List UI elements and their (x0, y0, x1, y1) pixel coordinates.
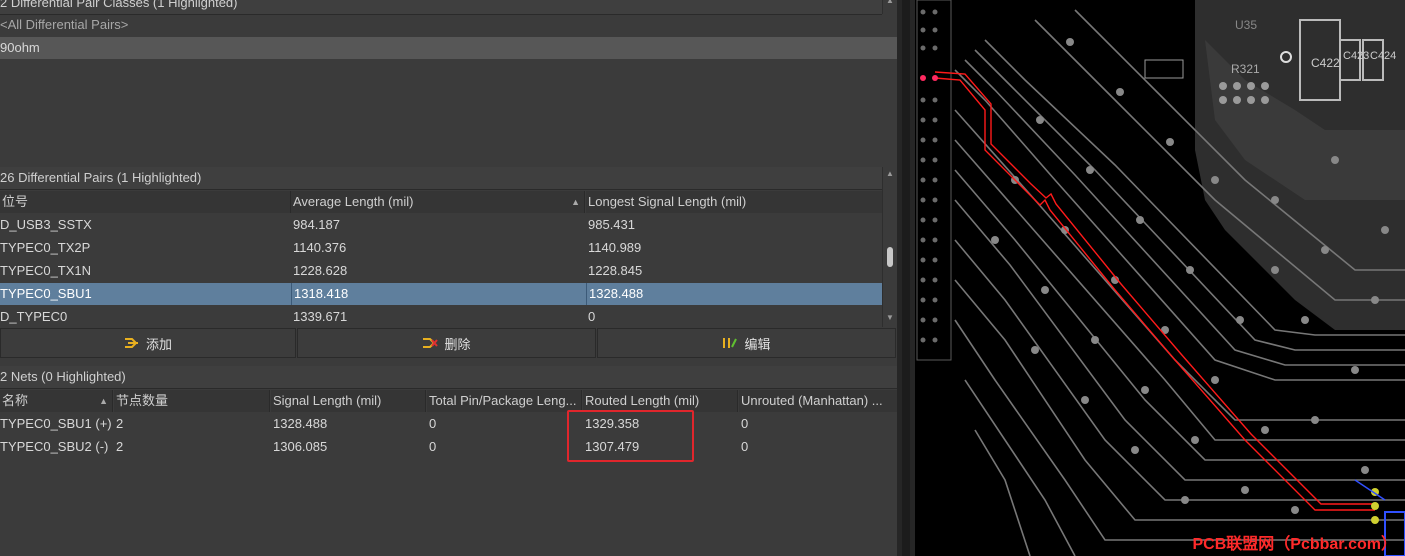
average-length: 1228.628 (293, 263, 348, 278)
nets-col-routed-length[interactable]: Routed Length (mil) (583, 390, 738, 412)
routed-length-annotation-box (567, 410, 694, 462)
delete-button[interactable]: 删除 (297, 328, 596, 358)
label-c423: C423 (1343, 50, 1370, 62)
table-row[interactable]: TYPEC0_TX1N 1228.628 1228.845 (0, 260, 882, 282)
delete-pair-icon (422, 337, 439, 349)
pairs-section-title: 26 Differential Pairs (1 Highlighted) (0, 170, 202, 185)
col-label: 名称 (2, 393, 29, 408)
table-row[interactable]: TYPEC0_TX2P 1140.376 1140.989 (0, 237, 882, 259)
sort-ascending-icon: ▲ (571, 197, 580, 207)
pin-package-length: 0 (429, 416, 437, 431)
signal-length: 1328.488 (273, 416, 328, 431)
average-length: 1318.418 (291, 283, 584, 305)
add-button[interactable]: 添加 (0, 328, 296, 358)
col-label: Total Pin/Package Leng... (429, 393, 577, 408)
nets-section-title: 2 Nets (0 Highlighted) (0, 369, 126, 384)
pcb-canvas[interactable] (915, 0, 1405, 556)
average-length: 984.187 (293, 217, 340, 232)
longest-length: 1328.488 (586, 283, 879, 305)
add-button-label: 添加 (145, 336, 172, 352)
table-row[interactable]: D_USB3_SSTX 984.187 985.431 (0, 214, 882, 236)
class-item-label: <All Differential Pairs> (0, 17, 129, 32)
edit-button-label: 编辑 (744, 336, 771, 352)
pair-name: D_USB3_SSTX (0, 217, 92, 232)
pairs-section-header: 26 Differential Pairs (1 Highlighted) (0, 167, 882, 190)
pairs-col-designator[interactable]: 位号 (0, 191, 291, 213)
nets-col-name[interactable]: 名称 ▲ (0, 390, 113, 412)
classes-scrollbar[interactable]: ▲ (882, 0, 897, 14)
pair-name: TYPEC0_TX2P (0, 240, 91, 255)
node-count: 2 (116, 439, 124, 454)
watermark: PCB联盟网（Pcbbar.com） (1192, 536, 1398, 553)
unrouted-length: 0 (741, 439, 749, 454)
net-name: TYPEC0_SBU2 (-) (0, 439, 109, 454)
scroll-up-arrow-icon[interactable]: ▲ (886, 0, 894, 5)
col-label: Unrouted (Manhattan) ... (741, 393, 883, 408)
label-u35: U35 (1235, 18, 1258, 32)
class-item-label: 90ohm (0, 40, 40, 55)
pin-package-length: 0 (429, 439, 437, 454)
unrouted-length: 0 (741, 416, 749, 431)
table-row[interactable]: TYPEC0_SBU2 (-) 2 1306.085 0 1307.479 0 (0, 436, 897, 458)
pcb-layout-view[interactable]: U35 R321 C422 C423 C424 PCB联盟网（Pcbbar.co… (915, 0, 1405, 556)
edit-pair-icon (722, 337, 738, 349)
col-label: 位号 (2, 194, 29, 209)
col-label: 节点数量 (116, 393, 169, 408)
col-label: Longest Signal Length (mil) (588, 194, 747, 209)
longest-length: 0 (588, 309, 596, 324)
add-pair-icon (124, 337, 140, 349)
classes-section-header: 2 Differential Pair Classes (1 Highlight… (0, 0, 882, 15)
table-row[interactable]: TYPEC0_SBU1 (+) 2 1328.488 0 1329.358 0 (0, 413, 897, 435)
pairs-col-average-length[interactable]: Average Length (mil) ▲ (291, 191, 585, 213)
pair-name: TYPEC0_SBU1 (0, 286, 92, 301)
label-c424: C424 (1370, 50, 1397, 62)
nets-col-signal-length[interactable]: Signal Length (mil) (271, 390, 426, 412)
nets-col-unrouted[interactable]: Unrouted (Manhattan) ... (739, 390, 898, 412)
class-item-90ohm[interactable]: 90ohm (0, 37, 897, 59)
classes-section-title: 2 Differential Pair Classes (1 Highlight… (0, 0, 238, 10)
col-label: Signal Length (mil) (273, 393, 382, 408)
scrollbar-thumb[interactable] (887, 247, 893, 267)
pair-name: TYPEC0_TX1N (0, 263, 92, 278)
splitter-track (902, 0, 910, 556)
scroll-down-arrow-icon[interactable]: ▼ (886, 313, 894, 322)
panel-splitter[interactable] (897, 0, 915, 556)
scroll-up-arrow-icon[interactable]: ▲ (886, 169, 894, 178)
col-label: Average Length (mil) (293, 194, 414, 209)
pairs-scrollbar[interactable]: ▲ ▼ (882, 167, 897, 327)
net-name: TYPEC0_SBU1 (+) (0, 416, 112, 431)
pcb-panel: 2 Differential Pair Classes (1 Highlight… (0, 0, 898, 556)
pairs-col-longest-length[interactable]: Longest Signal Length (mil) (586, 191, 883, 213)
longest-length: 1140.989 (588, 240, 642, 255)
node-count: 2 (116, 416, 124, 431)
label-c422: C422 (1311, 56, 1340, 70)
longest-length: 985.431 (588, 217, 635, 232)
table-row[interactable]: D_TYPEC0 1339.671 0 (0, 306, 882, 328)
class-item-all[interactable]: <All Differential Pairs> (0, 14, 897, 36)
sort-ascending-icon: ▲ (99, 396, 108, 406)
pair-name: D_TYPEC0 (0, 309, 68, 324)
average-length: 1140.376 (293, 240, 347, 255)
edit-button[interactable]: 编辑 (597, 328, 896, 358)
delete-button-label: 删除 (444, 336, 471, 352)
nets-col-pin-package-length[interactable]: Total Pin/Package Leng... (427, 390, 582, 412)
table-row-highlighted[interactable]: TYPEC0_SBU1 1318.418 1328.488 (0, 283, 882, 305)
average-length: 1339.671 (293, 309, 348, 324)
longest-length: 1228.845 (588, 263, 643, 278)
signal-length: 1306.085 (273, 439, 328, 454)
col-label: Routed Length (mil) (585, 393, 700, 408)
nets-col-node-count[interactable]: 节点数量 (114, 390, 270, 412)
label-r321: R321 (1231, 62, 1260, 76)
nets-section-header: 2 Nets (0 Highlighted) (0, 366, 897, 389)
